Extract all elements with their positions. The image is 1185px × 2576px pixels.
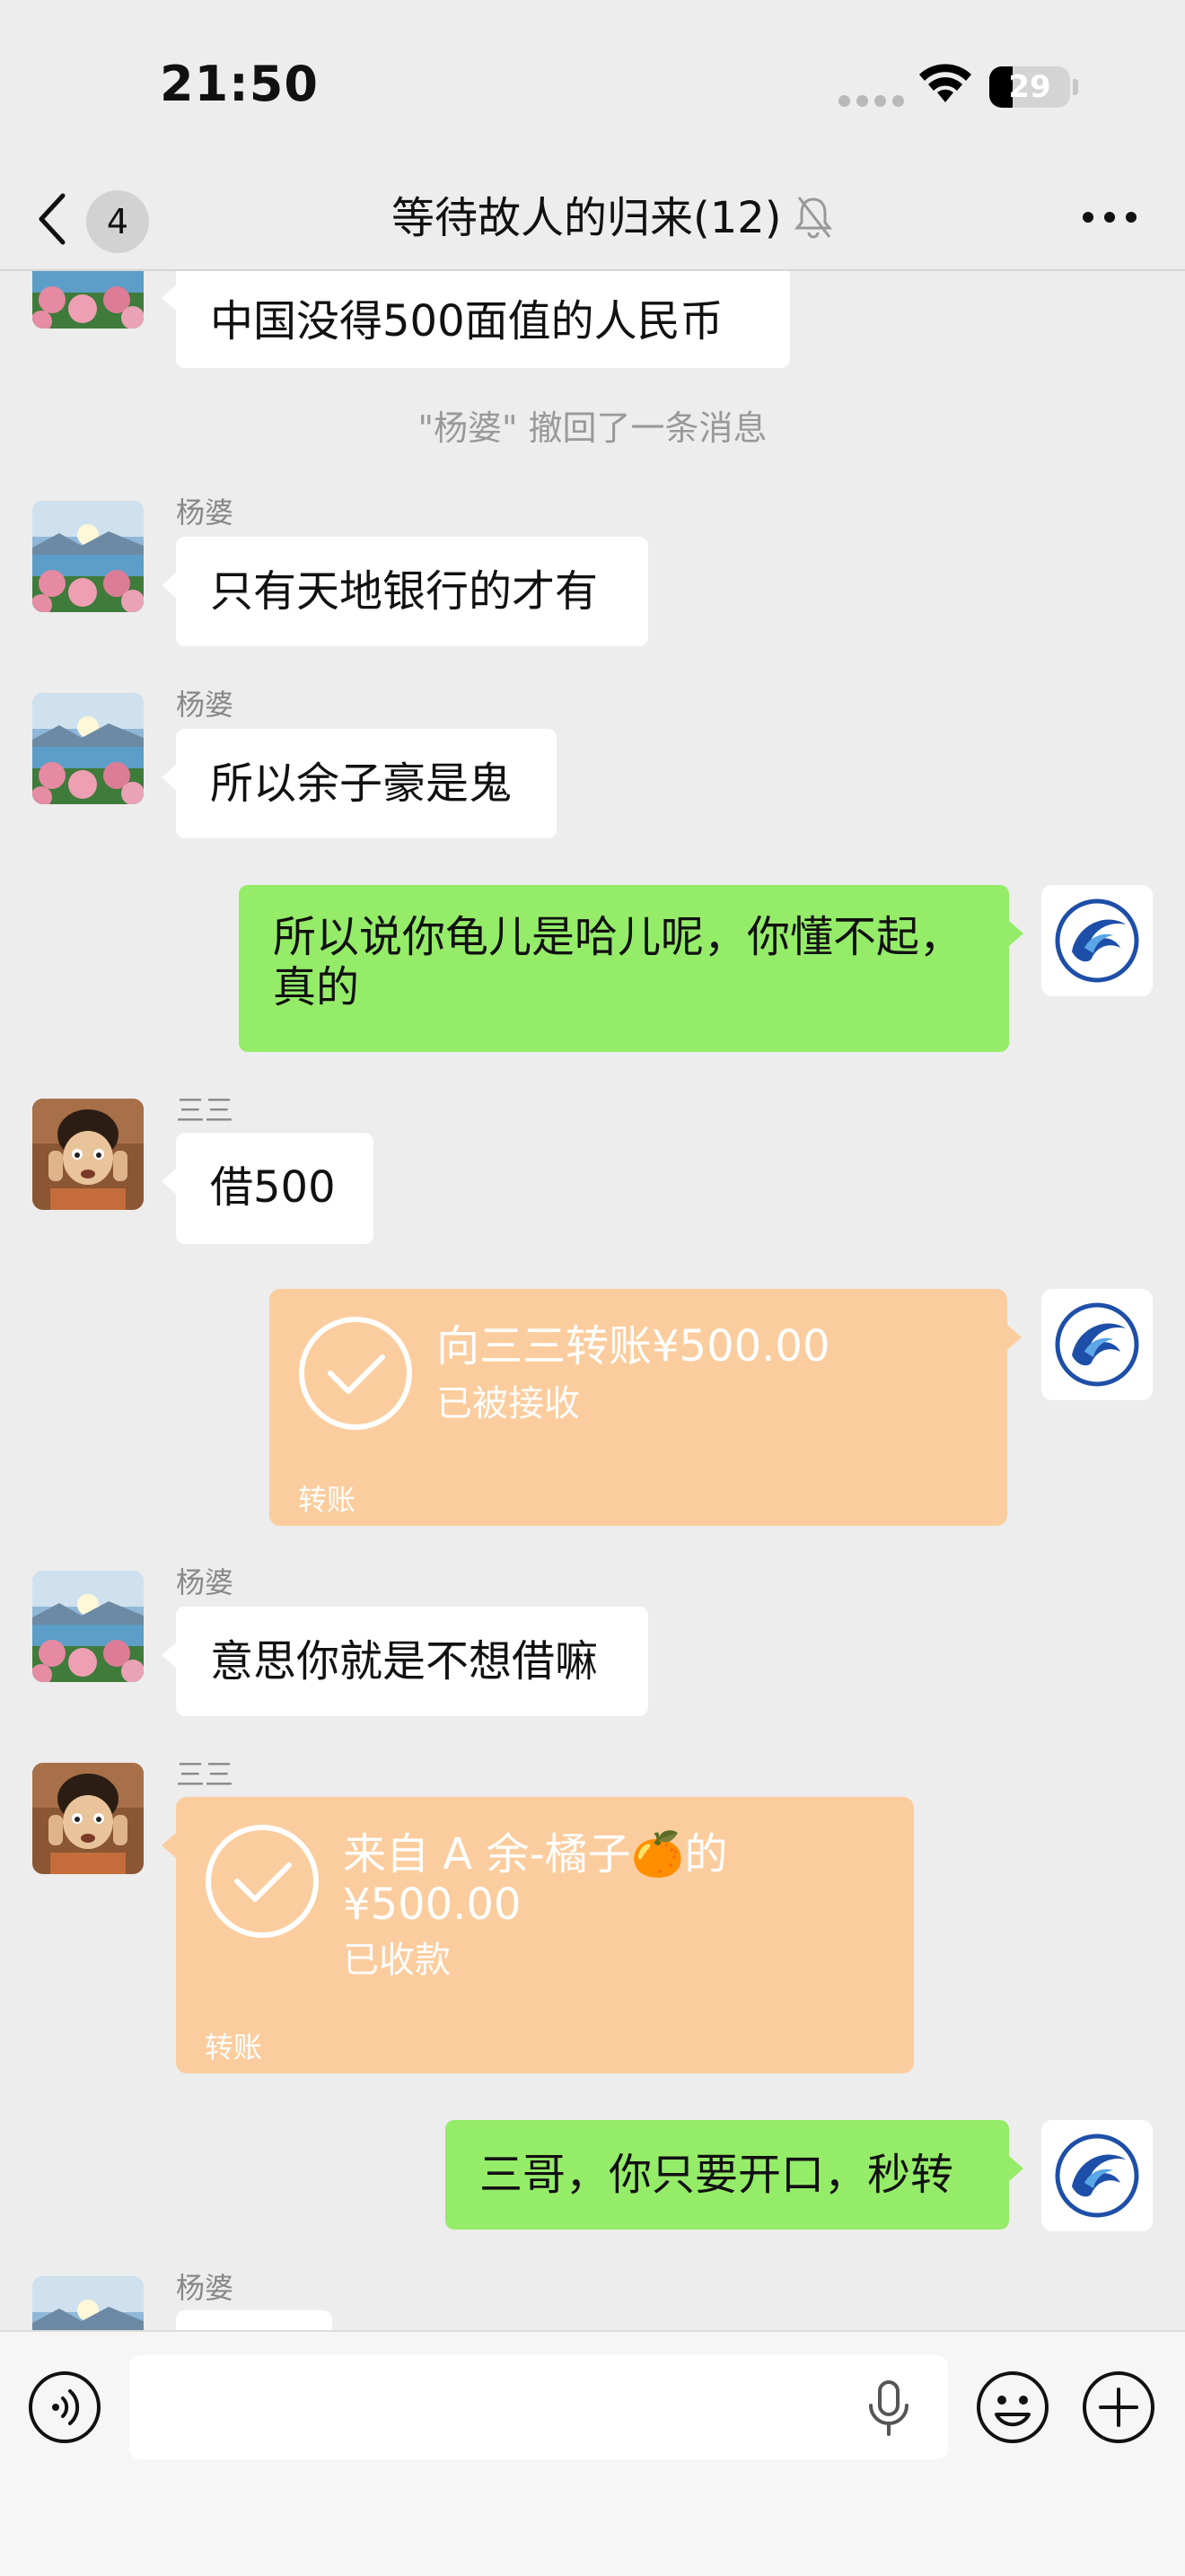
transfer-label: 转账: [205, 2030, 263, 2064]
avatar-yangpo[interactable]: [32, 1571, 144, 1682]
wifi-icon: [919, 64, 971, 102]
message-input[interactable]: [129, 2355, 948, 2459]
avatar-me[interactable]: [1041, 1289, 1153, 1400]
more-functions-button[interactable]: [1081, 2370, 1156, 2445]
unread-count-badge: 4: [86, 190, 149, 253]
message-bubble[interactable]: [176, 2310, 332, 2330]
transfer-amount: ¥500.00: [343, 1879, 522, 1930]
message-line: 所以说你龟儿是哈儿呢，你懂不起，: [273, 912, 963, 962]
message-bubble[interactable]: 借500: [162, 1133, 373, 1244]
mute-bell-icon: [794, 197, 833, 239]
message-bubble[interactable]: 意思你就是不想借嘛: [162, 1607, 648, 1716]
message-bubble[interactable]: 中国没得500面值的人民币: [162, 271, 790, 368]
message-list[interactable]: 中国没得500面值的人民币 "杨婆" 撤回了一条消息 杨婆 只有天地银行的才有 …: [0, 271, 1185, 2330]
avatar-yangpo[interactable]: [32, 2276, 144, 2330]
microphone-icon[interactable]: [864, 2379, 914, 2438]
more-dots-icon: [1083, 212, 1137, 223]
battery-icon: 29: [989, 66, 1070, 108]
transfer-label: 转账: [298, 1483, 356, 1517]
avatar-sansan[interactable]: [32, 1099, 144, 1210]
sender-name: 三三: [176, 1757, 234, 1792]
message-line: 真的: [273, 962, 360, 1012]
message-bubble-outgoing[interactable]: 所以说你龟儿是哈儿呢，你懂不起， 真的: [239, 885, 1023, 1052]
voice-input-button[interactable]: [27, 2370, 102, 2445]
battery-tip: [1073, 79, 1078, 95]
sender-name: 三三: [176, 1093, 234, 1127]
avatar-yangpo[interactable]: [32, 271, 144, 329]
avatar-yangpo[interactable]: [32, 693, 144, 804]
emoji-button[interactable]: [975, 2370, 1050, 2445]
chat-title: 等待故人的归来(12): [391, 193, 782, 243]
sender-name: 杨婆: [176, 688, 234, 722]
battery-percent: 29: [1008, 69, 1051, 105]
smiley-icon: [977, 2371, 1049, 2443]
avatar-yangpo[interactable]: [32, 501, 144, 612]
avatar-me[interactable]: [1041, 2120, 1153, 2231]
transfer-card-received[interactable]: 来自 A 余-橘子🍊的 ¥500.00 已收款 转账: [162, 1797, 914, 2073]
sender-name: 杨婆: [176, 495, 234, 530]
message-bubble[interactable]: 所以余子豪是鬼: [162, 729, 557, 838]
sender-name: 杨婆: [176, 2271, 234, 2305]
transfer-title-line: 来自 A 余-橘子🍊的: [343, 1829, 728, 1879]
input-bar: [0, 2330, 1185, 2576]
system-message-recalled: "杨婆" 撤回了一条消息: [417, 408, 768, 448]
sender-name: 杨婆: [176, 1565, 234, 1599]
check-circle-icon: [205, 1824, 320, 1939]
more-options-button[interactable]: [1074, 190, 1146, 244]
message-bubble-outgoing[interactable]: 三哥，你只要开口，秒转: [445, 2120, 1023, 2230]
voice-wave-icon: [29, 2371, 101, 2443]
status-time: 21:50: [160, 56, 319, 112]
status-bar: 21:50 29: [0, 0, 1185, 171]
transfer-title: 向三三转账¥500.00: [436, 1321, 830, 1371]
transfer-title: 来自 A 余-橘子🍊的 ¥500.00: [343, 1829, 727, 1930]
transfer-status: 已收款: [343, 1940, 451, 1981]
plus-circle-icon: [1083, 2371, 1154, 2443]
avatar-sansan[interactable]: [32, 1763, 144, 1874]
back-button[interactable]: 4: [36, 183, 162, 255]
check-circle-icon: [298, 1316, 413, 1431]
chevron-left-icon: [39, 193, 66, 245]
chat-header: 4 等待故人的归来(12): [0, 171, 1185, 271]
cellular-signal-icon: [838, 93, 910, 110]
transfer-card-sent[interactable]: 向三三转账¥500.00 已被接收 转账: [269, 1289, 1022, 1526]
message-bubble[interactable]: 只有天地银行的才有: [162, 537, 648, 646]
avatar-me[interactable]: [1041, 885, 1153, 996]
transfer-status: 已被接收: [436, 1383, 580, 1424]
